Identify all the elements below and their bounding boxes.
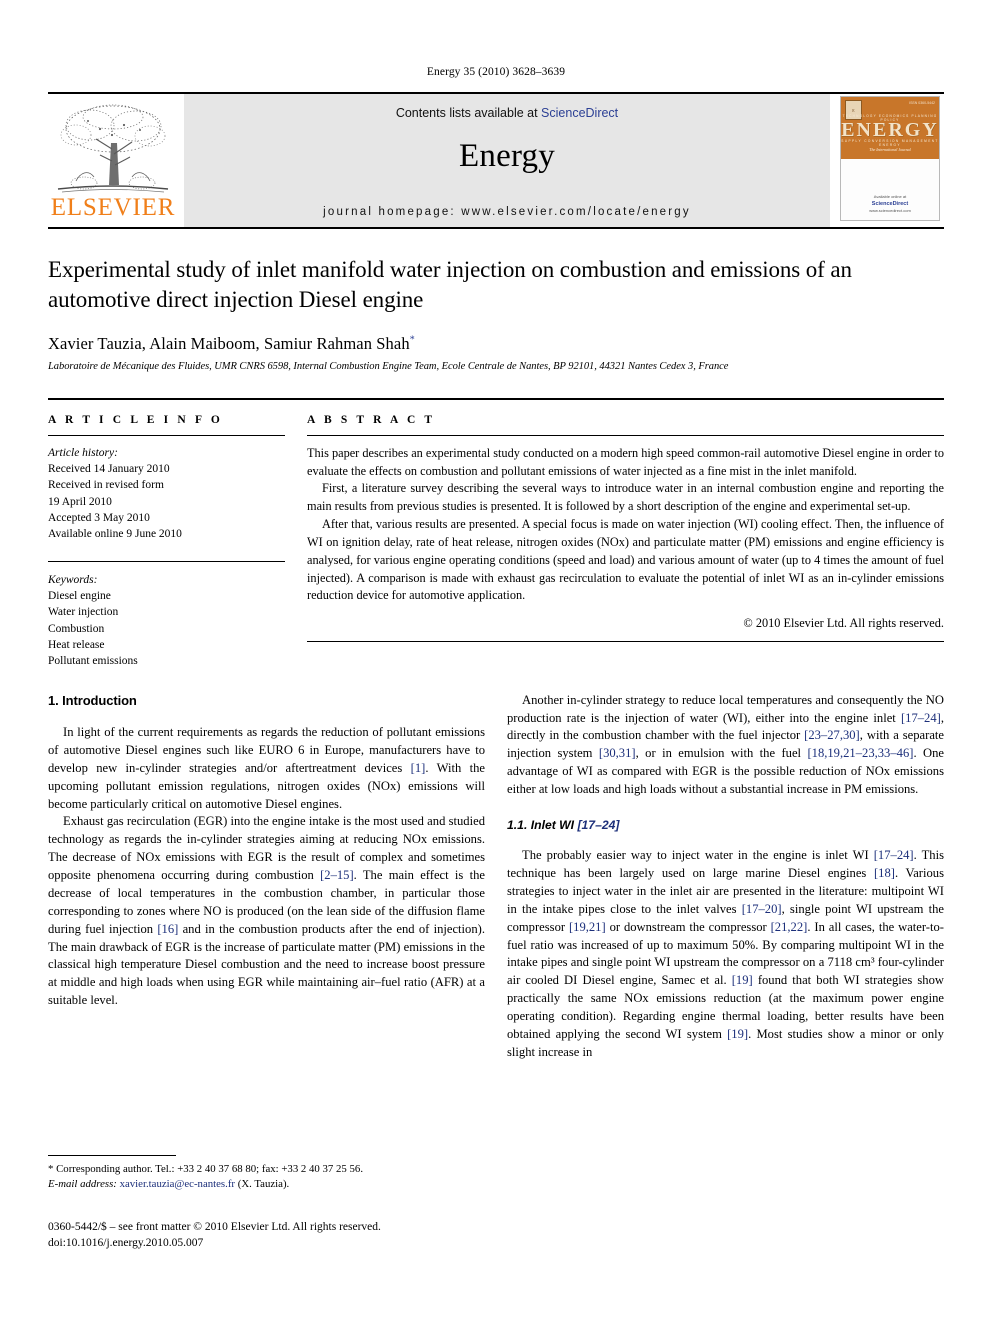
elsevier-logo-block: ELSEVIER (48, 94, 178, 227)
body-column-right: Another in-cylinder strategy to reduce l… (507, 692, 944, 1062)
keywords-block: Keywords: Diesel engine Water injection … (48, 560, 285, 670)
citation-link[interactable]: [18] (874, 866, 895, 880)
cover-top-band: E ISSN 0360-5442 TECHNOLOGY ECONOMICS PL… (841, 97, 939, 159)
body-text: or downstream the compressor (605, 919, 771, 934)
abstract-column: A B S T R A C T This paper describes an … (307, 414, 944, 670)
article-info-heading: A R T I C L E I N F O (48, 413, 223, 426)
history-item: Available online 9 June 2010 (48, 528, 182, 541)
abstract-paragraph: This paper describes an experimental stu… (307, 445, 944, 478)
keyword-item: Diesel engine (48, 590, 111, 603)
cover-tagline: The International Journal (869, 147, 911, 152)
body-text: Another in-cylinder strategy to reduce l… (507, 692, 944, 725)
citation-link[interactable]: [21,22] (771, 920, 808, 934)
cover-bottom-labels: SUPPLY CONVERSION MANAGEMENT ENERGY (841, 139, 939, 147)
citation-link[interactable]: [18,19,21–23,33–46] (807, 746, 913, 760)
corresponding-author-text: * Corresponding author. Tel.: +33 2 40 3… (48, 1163, 364, 1175)
body-columns: 1. Introduction In light of the current … (48, 692, 944, 1062)
article-info-column: A R T I C L E I N F O Article history: R… (48, 414, 285, 670)
cover-sciencedirect-logo: ScienceDirect (871, 200, 909, 207)
info-abstract-row: A R T I C L E I N F O Article history: R… (48, 397, 944, 670)
body-paragraph: Another in-cylinder strategy to reduce l… (507, 692, 944, 799)
elsevier-wordmark: ELSEVIER (50, 194, 176, 221)
body-text: The probably easier way to inject water … (522, 848, 874, 863)
citation-link[interactable]: [23–27,30] (804, 728, 860, 742)
email-link[interactable]: xavier.tauzia@ec-nantes.fr (120, 1178, 235, 1190)
abstract-paragraph: First, a literature survey describing th… (307, 481, 944, 514)
citation-link[interactable]: [30,31] (599, 746, 636, 760)
affiliation: Laboratoire de Mécanique des Fluides, UM… (48, 360, 729, 372)
running-head: Energy 35 (2010) 3628–3639 (426, 66, 566, 78)
citation-link[interactable]: [19,21] (569, 920, 606, 934)
section-heading-introduction: 1. Introduction (48, 692, 137, 708)
paper-page: Energy 35 (2010) 3628–3639 ELSEVIER Cont… (0, 0, 992, 1323)
corresponding-author-note: * Corresponding author. Tel.: +33 2 40 3… (48, 1162, 485, 1193)
sciencedirect-link[interactable]: ScienceDirect (541, 106, 618, 120)
body-column-left: 1. Introduction In light of the current … (48, 692, 485, 1062)
email-label: E-mail address: (48, 1178, 117, 1191)
corresponding-author-marker: * (409, 334, 415, 346)
footnote-rule (48, 1155, 176, 1156)
keywords-label: Keywords: (48, 573, 98, 586)
doi-line: doi:10.1016/j.energy.2010.05.007 (48, 1237, 204, 1250)
masthead-center: Contents lists available at ScienceDirec… (184, 94, 830, 227)
history-item: Received in revised form (48, 479, 164, 492)
subsection-number: 1.1. (507, 817, 528, 832)
citation-link[interactable]: [1] (411, 761, 426, 775)
journal-cover-thumbnail[interactable]: E ISSN 0360-5442 TECHNOLOGY ECONOMICS PL… (840, 96, 940, 221)
citation-link[interactable]: [17–20] (742, 902, 782, 916)
keyword-item: Water injection (48, 606, 119, 619)
abstract-rule (307, 434, 944, 436)
author-names: Xavier Tauzia, Alain Maiboom, Samiur Rah… (48, 333, 410, 353)
journal-masthead: ELSEVIER Contents lists available at Sci… (48, 92, 944, 227)
abstract-paragraph: After that, various results are presente… (307, 517, 944, 603)
abstract-heading: A B S T R A C T (307, 413, 436, 426)
subsection-label: Inlet WI (530, 817, 575, 832)
cover-footer: Available online at ScienceDirect www.sc… (841, 194, 939, 214)
abstract-bottom-rule (307, 641, 944, 643)
citation-link[interactable]: [17–24] (874, 848, 914, 862)
history-item: Received 14 January 2010 (48, 463, 170, 476)
article-info-rule (48, 434, 285, 436)
abstract-body: This paper describes an experimental stu… (307, 445, 944, 605)
body-paragraph: The probably easier way to inject water … (507, 847, 944, 1062)
body-paragraph: Exhaust gas recirculation (EGR) into the… (48, 813, 485, 1010)
cover-issn: ISSN 0360-5442 (909, 101, 935, 105)
subsection-heading-inlet-wi: 1.1. Inlet WI [17–24] (507, 817, 944, 834)
citation-link[interactable]: [2–15] (320, 868, 354, 882)
journal-cover-block: E ISSN 0360-5442 TECHNOLOGY ECONOMICS PL… (836, 94, 944, 227)
email-line: E-mail address: xavier.tauzia@ec-nantes.… (48, 1177, 485, 1192)
title-block: Experimental study of inlet manifold wat… (48, 227, 944, 372)
citation-link[interactable]: [19] (727, 1027, 748, 1041)
page-title: Experimental study of inlet manifold wat… (48, 257, 852, 313)
issn-front-matter: 0360-5442/$ – see front matter © 2010 El… (48, 1220, 381, 1233)
citation-link[interactable]: [17–24] (901, 711, 941, 725)
citation-link[interactable]: [16] (157, 922, 178, 936)
cover-sd-url: www.sciencedirect.com (869, 208, 911, 213)
author-list: Xavier Tauzia, Alain Maiboom, Samiur Rah… (48, 334, 944, 354)
elsevier-tree-icon (57, 104, 169, 193)
contents-prefix-text: Contents lists available at (395, 106, 542, 120)
body-text: , or in emulsion with the fuel (635, 746, 808, 761)
keyword-item: Combustion (48, 622, 105, 635)
body-paragraph: In light of the current requirements as … (48, 724, 485, 813)
contents-available-line: Contents lists available at ScienceDirec… (396, 106, 618, 120)
article-history: Article history: Received 14 January 201… (48, 445, 285, 543)
copyright-line: © 2010 Elsevier Ltd. All rights reserved… (743, 616, 944, 631)
citation-link[interactable]: [19] (732, 973, 753, 987)
imprint-block: 0360-5442/$ – see front matter © 2010 El… (48, 1219, 485, 1252)
subsection-reference[interactable]: [17–24] (577, 818, 619, 832)
journal-title: Energy (459, 138, 555, 174)
email-suffix: (X. Tauzia). (235, 1178, 290, 1191)
history-item: Accepted 3 May 2010 (48, 512, 150, 525)
keyword-item: Pollutant emissions (48, 655, 138, 668)
history-item: 19 April 2010 (48, 495, 112, 508)
article-history-label: Article history: (48, 446, 118, 459)
keyword-item: Heat release (48, 639, 105, 651)
journal-homepage-link[interactable]: journal homepage: www.elsevier.com/locat… (184, 206, 830, 218)
footnote-block: * Corresponding author. Tel.: +33 2 40 3… (48, 1155, 485, 1252)
